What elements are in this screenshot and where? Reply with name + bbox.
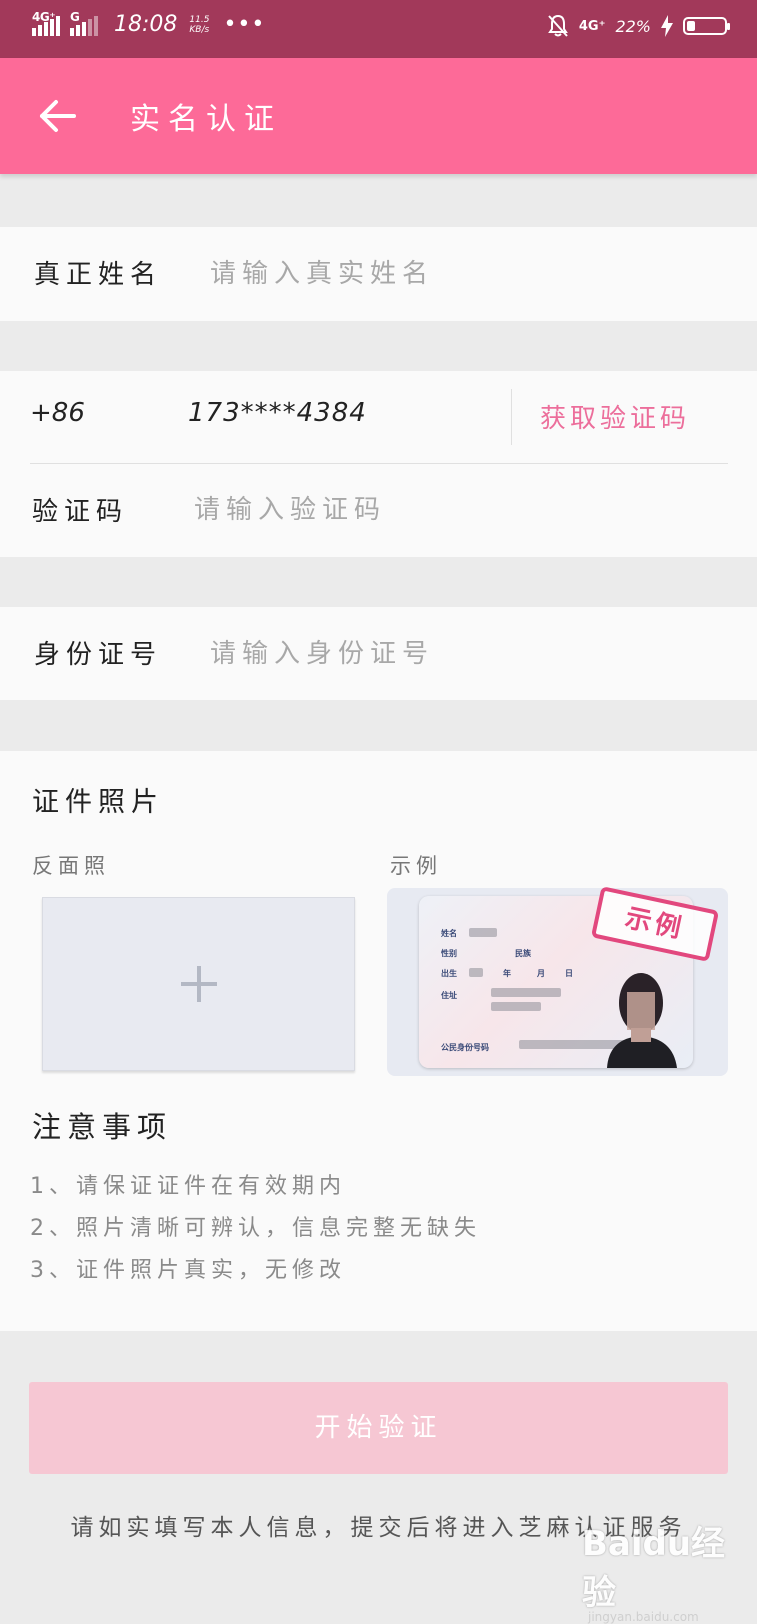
photo-section-title: 证件照片 bbox=[32, 787, 164, 818]
signal-icon: 4G⁺ bbox=[32, 10, 60, 36]
divider bbox=[30, 463, 728, 464]
arrow-left-icon[interactable] bbox=[38, 98, 78, 134]
code-label: 验证码 bbox=[32, 497, 129, 527]
id-field-month: 月 bbox=[537, 969, 545, 978]
status-right: 4G⁺ 22% bbox=[547, 14, 730, 38]
id-number-row: 身份证号 bbox=[0, 607, 757, 700]
battery-percent: 22% bbox=[615, 16, 651, 36]
status-bar: 4G⁺ G 18:08 11.5 KB/s ••• 4G⁺ 22% bbox=[0, 0, 757, 58]
network-speed: 11.5 KB/s bbox=[189, 15, 209, 35]
name-row: 真正姓名 bbox=[0, 227, 757, 321]
id-field-ethnicity: 民族 bbox=[515, 949, 531, 958]
portrait-image bbox=[607, 973, 677, 1068]
baidu-watermark: Baidu经验 jingyan.baidu.com bbox=[582, 1516, 757, 1624]
id-field-name: 姓名 bbox=[441, 929, 457, 938]
network-type-label: 4G⁺ bbox=[32, 9, 56, 24]
watermark-sub: jingyan.baidu.com bbox=[588, 1610, 699, 1624]
more-notifications-icon: ••• bbox=[223, 12, 266, 37]
divider bbox=[511, 389, 512, 445]
id-field-year: 年 bbox=[503, 969, 511, 978]
back-photo-label: 反面照 bbox=[32, 854, 110, 878]
bell-off-icon bbox=[547, 14, 568, 37]
network-speed-unit: KB/s bbox=[189, 24, 210, 35]
get-code-button[interactable]: 获取验证码 bbox=[540, 398, 690, 435]
notes-title: 注意事项 bbox=[32, 1110, 173, 1144]
id-number-label: 身份证号 bbox=[34, 640, 163, 670]
note-item: 3、证件照片真实，无修改 bbox=[30, 1258, 346, 1283]
network-type-label-2: G bbox=[70, 9, 80, 24]
note-item: 1、请保证证件在有效期内 bbox=[30, 1174, 346, 1199]
charging-icon bbox=[661, 15, 673, 37]
name-label: 真正姓名 bbox=[34, 260, 163, 290]
page-title: 实名认证 bbox=[130, 102, 282, 137]
phone-number[interactable]: 173****4384 bbox=[188, 398, 367, 428]
id-field-birth: 出生 bbox=[441, 969, 457, 978]
signal-icon-2: G bbox=[70, 10, 98, 36]
network-type-right: 4G⁺ bbox=[578, 18, 606, 34]
id-field-address: 住址 bbox=[441, 991, 457, 1000]
country-code[interactable]: +86 bbox=[30, 398, 85, 428]
network-speed-value: 11.5 bbox=[189, 14, 210, 25]
example-label: 示例 bbox=[390, 854, 442, 878]
example-image: 姓名 性别 民族 出生 年 月 日 住址 公民身份号码 示例 bbox=[387, 886, 728, 1076]
battery-icon bbox=[683, 17, 730, 35]
name-input[interactable] bbox=[208, 253, 732, 295]
upload-photo-button[interactable] bbox=[42, 897, 355, 1071]
watermark-main: Baidu经验 bbox=[582, 1524, 726, 1613]
app-bar: 实名认证 bbox=[0, 58, 757, 174]
id-field-sex: 性别 bbox=[441, 949, 457, 958]
note-item: 2、照片清晰可辨认，信息完整无缺失 bbox=[30, 1216, 481, 1241]
id-field-day: 日 bbox=[565, 969, 573, 978]
code-input[interactable] bbox=[192, 489, 726, 531]
id-number-input[interactable] bbox=[208, 633, 732, 675]
plus-icon bbox=[180, 966, 217, 1002]
clock: 18:08 bbox=[114, 12, 178, 37]
status-left: 4G⁺ G 18:08 11.5 KB/s ••• bbox=[32, 10, 266, 37]
phone-card: +86 173****4384 获取验证码 验证码 bbox=[0, 371, 757, 557]
start-verify-button[interactable]: 开始验证 bbox=[29, 1382, 728, 1474]
id-field-number: 公民身份号码 bbox=[441, 1043, 489, 1052]
